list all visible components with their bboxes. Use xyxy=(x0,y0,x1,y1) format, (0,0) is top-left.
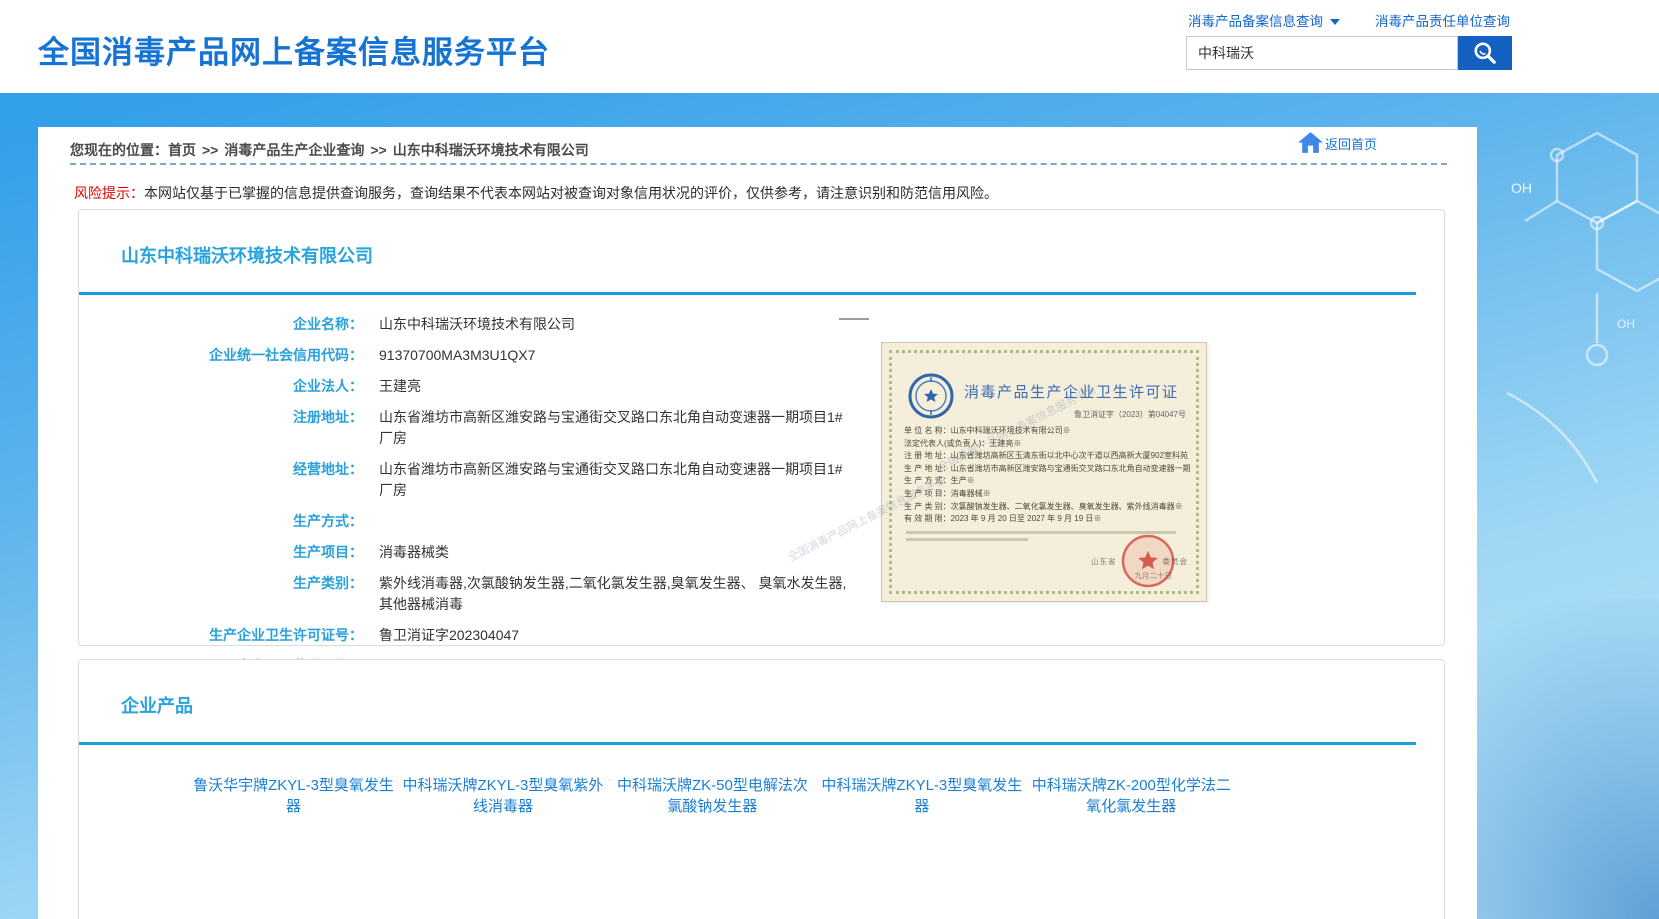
breadcrumb: 您现在的位置：首页 >> 消毒产品生产企业查询 >> 山东中科瑞沃环境技术有限公司 返回… xyxy=(38,127,1477,163)
breadcrumb-prefix: 您现在的位置： xyxy=(70,142,168,158)
risk-label: 风险提示： xyxy=(74,185,144,201)
certificate-line: 有 效 期 限：2023 年 9 月 20 日至 2027 年 9 月 19 日… xyxy=(904,513,1190,526)
field-row-production-project: 生产项目： 消毒器械类 xyxy=(79,542,1444,563)
nav-link-responsible-unit-query[interactable]: 消毒产品责任单位查询 xyxy=(1375,10,1510,30)
nav-link-record-info-query-label: 消毒产品备案信息查询 xyxy=(1188,14,1323,29)
certificate-line: 注 册 地 址：山东省潍坊高新区玉清东街以北中心次干道以西高新大厦902室科苑 xyxy=(904,450,1190,463)
molecule-oh-label: OH xyxy=(1617,317,1635,331)
field-label: 生产类别： xyxy=(79,573,363,615)
field-row-company-name: 企业名称： 山东中科瑞沃环境技术有限公司 xyxy=(79,314,1444,335)
content-panel: 您现在的位置：首页 >> 消毒产品生产企业查询 >> 山东中科瑞沃环境技术有限公司 返回… xyxy=(38,127,1477,919)
company-fields: 企业名称： 山东中科瑞沃环境技术有限公司 企业统一社会信用代码： 9137070… xyxy=(79,314,1444,677)
molecule-oh-label: OH xyxy=(1511,180,1532,196)
company-info-card: 山东中科瑞沃环境技术有限公司 企业名称： 山东中科瑞沃环境技术有限公司 企业统一… xyxy=(78,209,1445,646)
chevron-down-icon xyxy=(1330,19,1340,25)
breadcrumb-home-link[interactable]: 首页 xyxy=(168,142,196,158)
search-button[interactable] xyxy=(1458,36,1512,70)
top-nav: 消毒产品备案信息查询 消毒产品责任单位查询 xyxy=(1186,10,1512,30)
red-seal-icon xyxy=(1120,533,1176,589)
product-link[interactable]: 中科瑞沃牌ZKYL-3型臭氧紫外线消毒器 xyxy=(400,775,605,817)
product-link[interactable]: 鲁沃华宇牌ZKYL-3型臭氧发生器 xyxy=(191,775,396,817)
artifact-dash xyxy=(839,318,869,320)
header: 全国消毒产品网上备案信息服务平台 消毒产品备案信息查询 消毒产品责任单位查询 xyxy=(0,0,1659,93)
home-icon xyxy=(1298,132,1323,153)
field-label: 企业法人： xyxy=(79,376,363,397)
products-card: 企业产品 鲁沃华宇牌ZKYL-3型臭氧发生器 中科瑞沃牌ZKYL-3型臭氧紫外线… xyxy=(78,659,1445,919)
back-home-link[interactable]: 返回首页 xyxy=(1298,132,1377,153)
risk-notice: 风险提示：本网站仅基于已掌握的信息提供查询服务，查询结果不代表本网站对被查询对象… xyxy=(38,165,1477,202)
certificate-title: 消毒产品生产企业卫生许可证 xyxy=(964,381,1179,402)
breadcrumb-separator: >> xyxy=(202,142,218,158)
field-row-license-number: 生产企业卫生许可证号： 鲁卫消证字202304047 xyxy=(79,625,1444,646)
field-value: 山东中科瑞沃环境技术有限公司 xyxy=(379,314,575,335)
field-row-production-mode: 生产方式： xyxy=(79,511,1444,532)
product-list: 鲁沃华宇牌ZKYL-3型臭氧发生器 中科瑞沃牌ZKYL-3型臭氧紫外线消毒器 中… xyxy=(79,745,1444,834)
risk-text: 本网站仅基于已掌握的信息提供查询服务，查询结果不代表本网站对被查询对象信用状况的… xyxy=(144,185,998,201)
certificate-line: 生 产 类 别：次氯酸钠发生器、二氧化氯发生器、臭氧发生器、紫外线消毒器※ xyxy=(904,501,1190,514)
certificate-line: 单 位 名 称：山东中科瑞沃环境技术有限公司※ xyxy=(904,425,1190,438)
search-bar xyxy=(1186,36,1512,70)
field-value: 鲁卫消证字202304047 xyxy=(379,625,519,646)
search-icon xyxy=(1472,40,1498,66)
field-label: 注册地址： xyxy=(79,407,363,449)
field-row-business-address: 经营地址： 山东省潍坊市高新区潍安路与宝通街交叉路口东北角自动变速器一期项目1#… xyxy=(79,459,1444,501)
field-value: 紫外线消毒器,次氯酸钠发生器,二氧化氯发生器,臭氧发生器、 臭氧水发生器,其他器… xyxy=(379,573,849,615)
product-link[interactable]: 中科瑞沃牌ZK-200型化学法二氧化氯发生器 xyxy=(1029,775,1234,817)
certificate-line: 生 产 地 址：山东省潍坊市高新区潍安路与宝通街交叉路口东北角自动变速器一期 xyxy=(904,463,1190,476)
field-value: 91370700MA3M3U1QX7 xyxy=(379,345,535,366)
field-value: 王建亮 xyxy=(379,376,421,397)
company-card-title: 山东中科瑞沃环境技术有限公司 xyxy=(79,210,1444,268)
field-value: 山东省潍坊市高新区潍安路与宝通街交叉路口东北角自动变速器一期项目1#厂房 xyxy=(379,407,849,449)
product-link[interactable]: 中科瑞沃牌ZKYL-3型臭氧发生器 xyxy=(819,775,1024,817)
nav-link-record-info-query[interactable]: 消毒产品备案信息查询 xyxy=(1188,10,1340,30)
search-input[interactable] xyxy=(1186,36,1458,70)
product-link[interactable]: 中科瑞沃牌ZK-50型电解法次氯酸钠发生器 xyxy=(610,775,815,817)
breadcrumb-company-query-link[interactable]: 消毒产品生产企业查询 xyxy=(224,142,364,158)
field-row-production-category: 生产类别： 紫外线消毒器,次氯酸钠发生器,二氧化氯发生器,臭氧发生器、 臭氧水发… xyxy=(79,573,1444,615)
back-home-label: 返回首页 xyxy=(1325,134,1377,153)
certificate-number: 鲁卫消证字（2023）第04047号 xyxy=(1074,409,1186,420)
fine-print-bar xyxy=(906,538,1028,541)
field-label: 生产项目： xyxy=(79,542,363,563)
breadcrumb-separator: >> xyxy=(370,142,386,158)
certificate-line: 生 产 项 目：消毒器械※ xyxy=(904,488,1190,501)
field-label: 经营地址： xyxy=(79,459,363,501)
emblem-icon xyxy=(908,373,954,419)
field-label: 企业统一社会信用代码： xyxy=(79,345,363,366)
breadcrumb-current: 山东中科瑞沃环境技术有限公司 xyxy=(393,142,589,158)
header-right: 消毒产品备案信息查询 消毒产品责任单位查询 xyxy=(1186,10,1512,70)
field-row-registered-address: 注册地址： 山东省潍坊市高新区潍安路与宝通街交叉路口东北角自动变速器一期项目1#… xyxy=(79,407,1444,449)
certificate-line: 法定代表人(或负责人)：王建亮※ xyxy=(904,438,1190,451)
field-value: 消毒器械类 xyxy=(379,542,449,563)
field-value: 山东省潍坊市高新区潍安路与宝通街交叉路口东北角自动变速器一期项目1#厂房 xyxy=(379,459,849,501)
field-label: 企业名称： xyxy=(79,314,363,335)
background-molecule-decor: OH OH xyxy=(1477,93,1659,553)
field-label: 生产企业卫生许可证号： xyxy=(79,625,363,646)
certificate-line: 生 产 方 式：生产※ xyxy=(904,475,1190,488)
license-certificate-image: 消毒产品生产企业卫生许可证 鲁卫消证字（2023）第04047号 单 位 名 称… xyxy=(881,342,1207,602)
title-rule xyxy=(79,292,1416,295)
issuer-left: 山东省 xyxy=(1091,557,1117,566)
field-row-credit-code: 企业统一社会信用代码： 91370700MA3M3U1QX7 xyxy=(79,345,1444,366)
products-card-title: 企业产品 xyxy=(79,660,1444,718)
site-title: 全国消毒产品网上备案信息服务平台 xyxy=(38,27,550,72)
certificate-lines: 单 位 名 称：山东中科瑞沃环境技术有限公司※ 法定代表人(或负责人)：王建亮※… xyxy=(904,425,1190,526)
field-row-legal-person: 企业法人： 王建亮 xyxy=(79,376,1444,397)
field-label: 生产方式： xyxy=(79,511,363,532)
